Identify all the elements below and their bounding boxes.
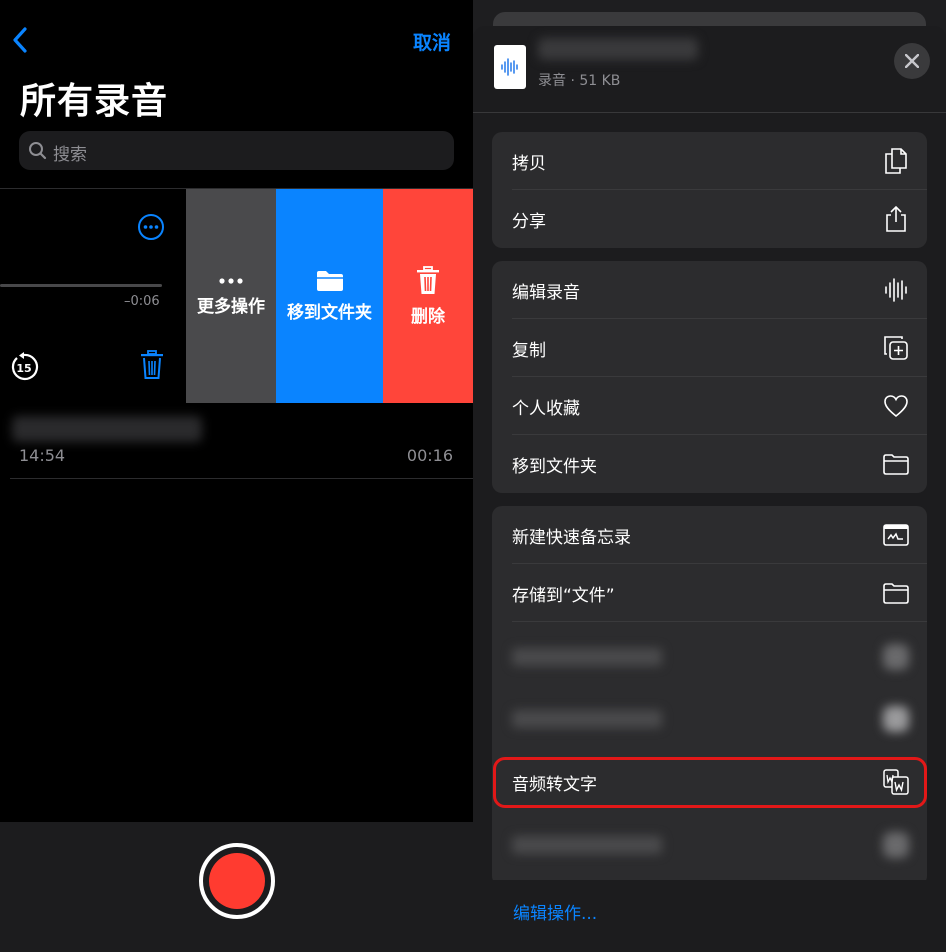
folder-icon: [883, 583, 909, 604]
back-chevron-icon[interactable]: [8, 24, 32, 56]
audio-file-icon: [494, 45, 526, 89]
folder-icon: [883, 454, 909, 475]
action-group-1: 拷贝 分享: [492, 132, 927, 248]
action-edit-recording[interactable]: 编辑录音: [492, 261, 927, 319]
waveform-icon: [885, 278, 907, 302]
close-button[interactable]: [894, 43, 930, 79]
delete-label: 删除: [411, 306, 445, 327]
share-icon: [886, 206, 906, 232]
edit-actions-link[interactable]: 编辑操作...: [513, 899, 597, 924]
close-icon: [905, 54, 919, 68]
recording-duration: 00:16: [406, 446, 453, 465]
redacted-icon: [883, 706, 909, 732]
action-label: 存储到“文件”: [512, 586, 615, 606]
action-group-3: 新建快速备忘录 存储到“文件” 音频转文字: [492, 506, 927, 886]
action-label: 个人收藏: [512, 399, 580, 419]
action-move-to-folder[interactable]: 移到文件夹: [492, 435, 927, 493]
remaining-time: –0:06: [124, 294, 160, 309]
more-actions-label: 更多操作: [197, 296, 265, 317]
action-redacted[interactable]: [492, 816, 927, 874]
action-new-quick-note[interactable]: 新建快速备忘录: [492, 506, 927, 564]
rewind-seconds: 15: [16, 362, 31, 375]
action-label: 分享: [512, 212, 546, 232]
more-actions-button[interactable]: 更多操作: [186, 189, 276, 403]
file-meta: 录音 · 51 KB: [538, 73, 621, 89]
action-label: 编辑录音: [512, 283, 580, 303]
action-save-to-files[interactable]: 存储到“文件”: [492, 564, 927, 622]
redacted-label: [512, 836, 662, 854]
copy-icon: [885, 148, 907, 174]
action-label: 移到文件夹: [512, 457, 597, 477]
quick-note-icon: [883, 524, 909, 546]
file-name-redacted: [538, 38, 698, 60]
action-share[interactable]: 分享: [492, 190, 927, 248]
rewind-15-icon[interactable]: 15: [9, 352, 39, 382]
redacted-label: [512, 710, 662, 728]
redacted-icon: [883, 832, 909, 858]
search-icon: [29, 142, 47, 160]
header-divider: [473, 112, 946, 113]
action-duplicate[interactable]: 复制: [492, 319, 927, 377]
action-redacted[interactable]: [492, 628, 927, 686]
search-field[interactable]: 搜索: [19, 131, 454, 170]
record-button-dot: [209, 853, 265, 909]
highlight-box: [493, 757, 927, 808]
record-button[interactable]: [199, 843, 275, 919]
trash-icon[interactable]: [139, 350, 165, 380]
action-redacted[interactable]: [492, 690, 927, 748]
page-title: 所有录音: [20, 81, 169, 122]
row-divider: [512, 621, 927, 622]
recording-date: 14:54: [19, 446, 66, 465]
trash-icon: [417, 265, 439, 294]
redacted-icon: [883, 644, 909, 670]
playback-progress-bar[interactable]: [0, 284, 162, 287]
action-group-2: 编辑录音 复制 个人收藏 移到文件夹: [492, 261, 927, 493]
delete-button[interactable]: 删除: [383, 189, 473, 403]
duplicate-icon: [884, 336, 908, 360]
action-label: 新建快速备忘录: [512, 528, 631, 548]
action-favorite[interactable]: 个人收藏: [492, 377, 927, 435]
move-to-folder-button[interactable]: 移到文件夹: [276, 189, 383, 403]
redacted-label: [512, 648, 662, 666]
more-options-icon[interactable]: [137, 213, 165, 241]
action-label: 拷贝: [512, 154, 546, 174]
list-divider: [10, 478, 473, 479]
heart-icon: [884, 395, 908, 418]
share-sheet-panel: 录音 · 51 KB 拷贝 分享 编辑录音 复制 个人收藏 移到文件夹 新建快速…: [473, 0, 946, 952]
recording-title-redacted: [12, 416, 202, 442]
folder-icon: [316, 270, 343, 291]
action-copy[interactable]: 拷贝: [492, 132, 927, 190]
voice-memos-panel: 取消 所有录音 搜索 –0:06 15 更多操作 移到文件夹 删除 14:54 …: [0, 0, 473, 952]
move-to-folder-label: 移到文件夹: [287, 302, 372, 323]
search-placeholder: 搜索: [53, 145, 87, 165]
cancel-button[interactable]: 取消: [413, 28, 451, 55]
ellipsis-icon: [219, 277, 243, 284]
action-label: 复制: [512, 341, 546, 361]
